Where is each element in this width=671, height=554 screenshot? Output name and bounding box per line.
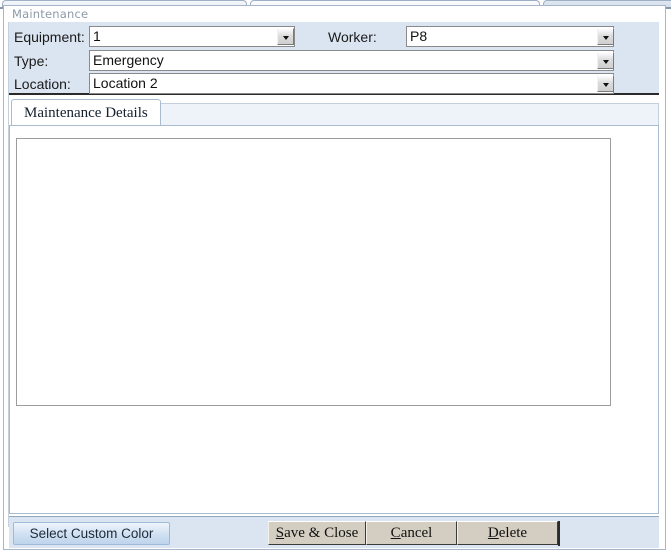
- tab-header-filler: [157, 103, 659, 126]
- type-input[interactable]: Emergency: [89, 50, 614, 71]
- cancel-accel-key: C: [391, 525, 401, 541]
- type-label: Type:: [14, 53, 48, 69]
- delete-suffix: elete: [499, 525, 527, 541]
- delete-accel-key: D: [488, 525, 499, 541]
- worker-label: Worker:: [328, 29, 377, 45]
- delete-button[interactable]: Delete: [457, 521, 558, 545]
- form-caption: Maintenance: [12, 7, 312, 22]
- button-group-edge: [558, 521, 560, 546]
- worker-input[interactable]: P8: [406, 26, 614, 47]
- save-suffix: ave & Close: [284, 525, 358, 541]
- save-and-close-label: Save & Close: [276, 525, 359, 541]
- save-and-close-button[interactable]: Save & Close: [268, 521, 366, 545]
- cancel-label: Cancel: [391, 525, 433, 541]
- type-dropdown-icon[interactable]: [597, 52, 614, 69]
- tab-maintenance-details[interactable]: Maintenance Details: [11, 99, 161, 126]
- location-dropdown-icon[interactable]: [597, 75, 614, 92]
- cancel-suffix: ancel: [401, 525, 433, 541]
- equipment-input[interactable]: 1: [89, 26, 295, 47]
- equipment-dropdown-icon[interactable]: [277, 28, 294, 45]
- location-label: Location:: [14, 76, 71, 92]
- equipment-label: Equipment:: [14, 29, 85, 45]
- save-accel-key: S: [276, 525, 284, 541]
- select-custom-color-button[interactable]: Select Custom Color: [13, 522, 170, 545]
- cancel-button[interactable]: Cancel: [366, 521, 457, 545]
- notes-textarea[interactable]: [16, 138, 611, 406]
- location-input[interactable]: Location 2: [89, 73, 614, 94]
- worker-dropdown-icon[interactable]: [597, 28, 614, 45]
- delete-label: Delete: [488, 525, 527, 541]
- tab-header-row: Maintenance Details: [9, 99, 659, 126]
- maintenance-form-window: Maintenance Equipment: 1 Worker: P8 Type…: [0, 0, 671, 554]
